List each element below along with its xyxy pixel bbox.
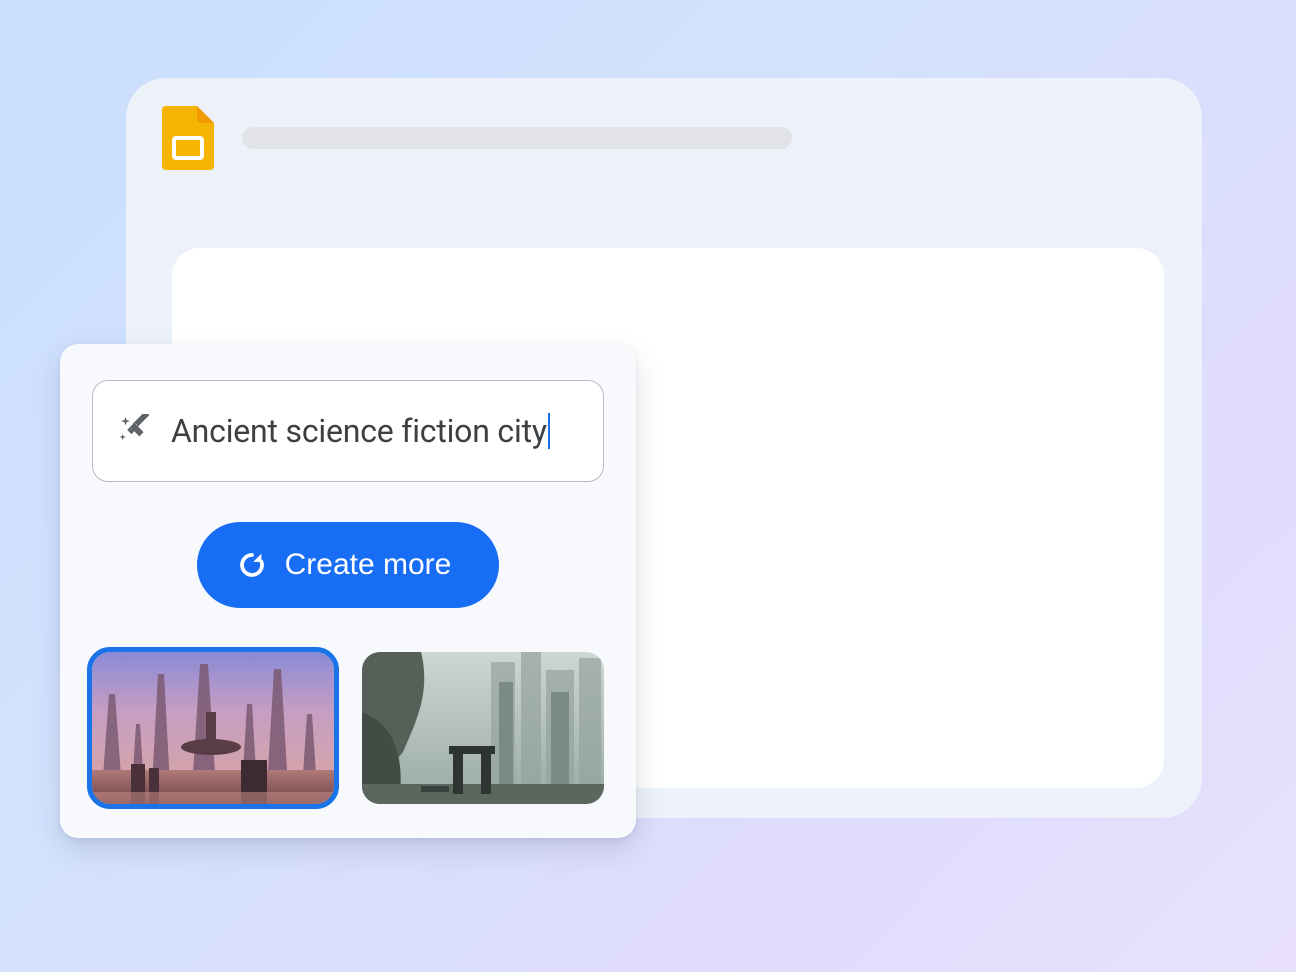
generated-images	[92, 652, 604, 804]
prompt-text: Ancient science fiction city	[171, 412, 547, 450]
create-more-label: Create more	[285, 548, 452, 582]
generated-image-2[interactable]	[362, 652, 604, 804]
generated-image-1[interactable]	[92, 652, 334, 804]
app-header	[126, 78, 1202, 170]
text-caret	[548, 413, 550, 449]
prompt-input[interactable]: Ancient science fiction city	[92, 380, 604, 482]
magic-wand-icon	[117, 414, 151, 448]
create-more-button[interactable]: Create more	[197, 522, 500, 608]
ai-image-panel: Ancient science fiction city Create more	[60, 344, 636, 838]
google-slides-icon	[162, 106, 214, 170]
refresh-icon	[237, 550, 267, 580]
document-title-placeholder	[242, 127, 792, 149]
